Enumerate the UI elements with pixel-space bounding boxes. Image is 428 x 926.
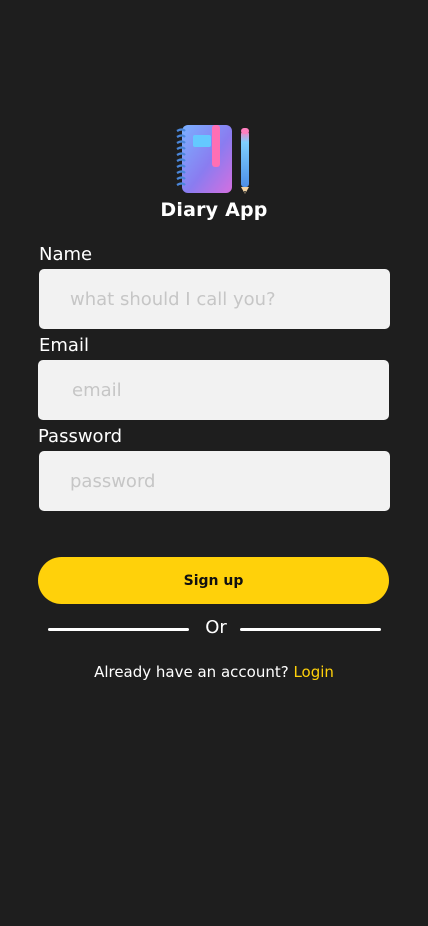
diary-notebook-pencil-icon (174, 123, 254, 195)
divider-or-text: Or (205, 617, 227, 638)
password-label: Password (38, 426, 123, 447)
divider-line-left (48, 628, 189, 631)
email-label: Email (39, 335, 89, 356)
password-input[interactable] (39, 451, 390, 511)
signup-button[interactable]: Sign up (38, 557, 389, 604)
name-label: Name (39, 244, 93, 265)
name-input[interactable] (39, 269, 390, 329)
app-title: Diary App (160, 199, 268, 221)
login-link[interactable]: Login (293, 663, 333, 681)
login-prompt-row: Already have an account? Login (0, 663, 428, 681)
divider-line-right (240, 628, 381, 631)
email-input[interactable] (38, 360, 389, 420)
login-prompt-text: Already have an account? (94, 663, 289, 681)
